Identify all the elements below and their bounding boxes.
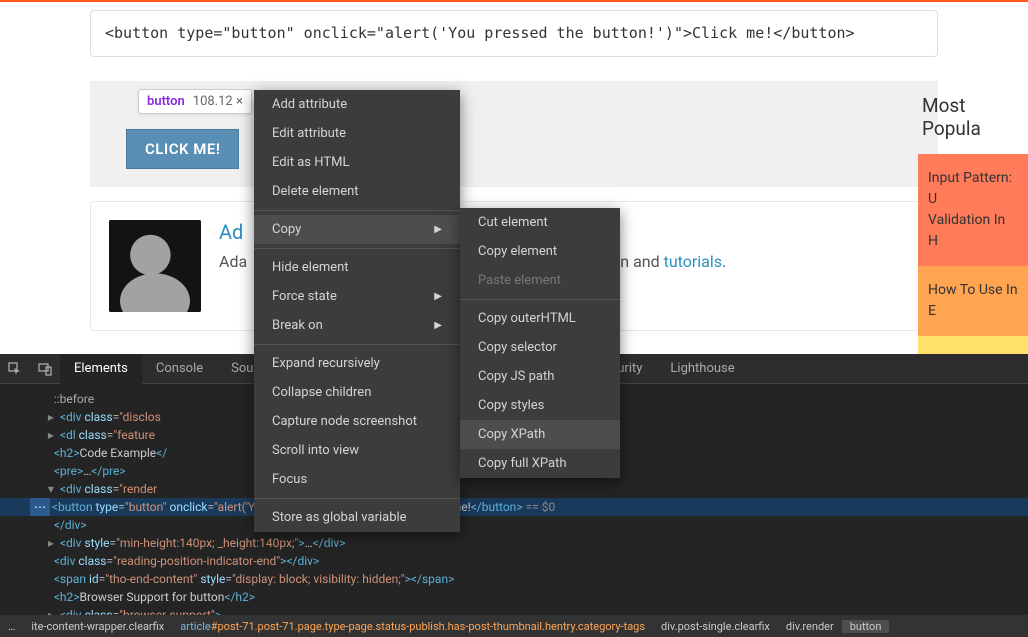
dom-breadcrumb[interactable]: … ite-content-wrapper.clearfix article#p… <box>0 615 1028 637</box>
device-toolbar-icon[interactable] <box>30 354 60 384</box>
context-menu-item[interactable]: Add attribute <box>254 90 460 119</box>
context-menu-item[interactable]: Edit as HTML <box>254 148 460 177</box>
dom-tree-line[interactable]: <span id="tho-end-content" style="displa… <box>30 570 1028 588</box>
tab-lighthouse[interactable]: Lighthouse <box>656 354 748 384</box>
page-content: <button type="button" onclick="alert('Yo… <box>0 2 1028 67</box>
context-menu-item[interactable]: Cut element <box>460 208 620 237</box>
context-menu-main[interactable]: Add attributeEdit attributeEdit as HTMLD… <box>254 90 460 532</box>
element-inspector-tooltip: button 108.12 × <box>138 89 252 114</box>
code-example-block: <button type="button" onclick="alert('Yo… <box>90 10 938 57</box>
tooltip-dimensions: 108.12 × <box>193 94 243 109</box>
context-menu-item[interactable]: Scroll into view <box>254 436 460 465</box>
author-avatar <box>109 220 201 312</box>
context-menu-separator <box>254 498 460 499</box>
rendered-output-area: button 108.12 × CLICK ME! <box>90 81 938 187</box>
breadcrumb-item[interactable]: div.render <box>778 620 842 633</box>
context-menu-item[interactable]: Delete element <box>254 177 460 206</box>
context-menu-item[interactable]: Copy element <box>460 237 620 266</box>
author-bio-prefix: Ada <box>219 252 247 271</box>
author-bio-suffix: . <box>722 252 726 271</box>
sidebar-popular-item[interactable]: Input Pattern: U Validation In H <box>918 154 1028 266</box>
submenu-arrow-icon: ▶ <box>434 320 442 331</box>
context-menu-item[interactable]: Capture node screenshot <box>254 407 460 436</box>
context-menu-item[interactable]: Edit attribute <box>254 119 460 148</box>
dom-tree-line[interactable]: ▸<div style="min-height:140px; _height:1… <box>30 534 1028 552</box>
context-menu-item[interactable]: Copy selector <box>460 333 620 362</box>
submenu-arrow-icon: ▶ <box>434 224 442 235</box>
tutorials-link[interactable]: tutorials <box>664 252 722 271</box>
context-menu-item[interactable]: Expand recursively <box>254 349 460 378</box>
context-menu-item[interactable]: Hide element <box>254 253 460 282</box>
tooltip-tag-name: button <box>147 94 185 109</box>
context-menu-item[interactable]: Store as global variable <box>254 503 460 532</box>
breadcrumb-ellipsis[interactable]: … <box>0 620 23 633</box>
context-menu-item: Paste element <box>460 266 620 295</box>
tab-console[interactable]: Console <box>142 354 217 384</box>
dom-tree-line[interactable]: </div> <box>30 516 1028 534</box>
context-menu-item[interactable]: Break on▶ <box>254 311 460 340</box>
dom-tree-line[interactable]: ▾<div class="render <box>30 480 1028 498</box>
context-menu-separator <box>460 299 620 300</box>
breadcrumb-item[interactable]: div.post-single.clearfix <box>653 620 778 633</box>
sidebar-title: Most Popula <box>918 94 1028 140</box>
submenu-arrow-icon: ▶ <box>434 291 442 302</box>
context-menu-item[interactable]: Copy styles <box>460 391 620 420</box>
dom-tree-selected-line[interactable]: <button type="button" onclick="alert('Yo… <box>0 498 1028 516</box>
context-menu-separator <box>254 248 460 249</box>
click-me-button[interactable]: CLICK ME! <box>126 129 239 169</box>
context-menu-copy-submenu[interactable]: Cut elementCopy elementPaste element Copy… <box>460 208 620 478</box>
inspect-element-icon[interactable] <box>0 354 30 384</box>
context-menu-item[interactable]: Copy▶ <box>254 215 460 244</box>
dom-tree-line[interactable]: <div class="reading-position-indicator-e… <box>30 552 1028 570</box>
context-menu-item[interactable]: Focus <box>254 465 460 494</box>
context-menu-item[interactable]: Copy full XPath <box>460 449 620 478</box>
context-menu-item[interactable]: Force state▶ <box>254 282 460 311</box>
breadcrumb-item[interactable]: article#post-71.post-71.page.type-page.s… <box>172 620 653 633</box>
tab-elements[interactable]: Elements <box>60 354 142 384</box>
sidebar-popular-item[interactable]: How To Use In E <box>918 266 1028 336</box>
context-menu-item[interactable]: Collapse children <box>254 378 460 407</box>
dom-tree-line[interactable]: <h2>Browser Support for button</h2> <box>30 588 1028 606</box>
breadcrumb-item-selected[interactable]: button <box>842 620 890 633</box>
context-menu-separator <box>254 344 460 345</box>
context-menu-separator <box>254 210 460 211</box>
breadcrumb-item[interactable]: ite-content-wrapper.clearfix <box>23 620 172 633</box>
context-menu-item[interactable]: Copy XPath <box>460 420 620 449</box>
context-menu-item[interactable]: Copy outerHTML <box>460 304 620 333</box>
context-menu-item[interactable]: Copy JS path <box>460 362 620 391</box>
